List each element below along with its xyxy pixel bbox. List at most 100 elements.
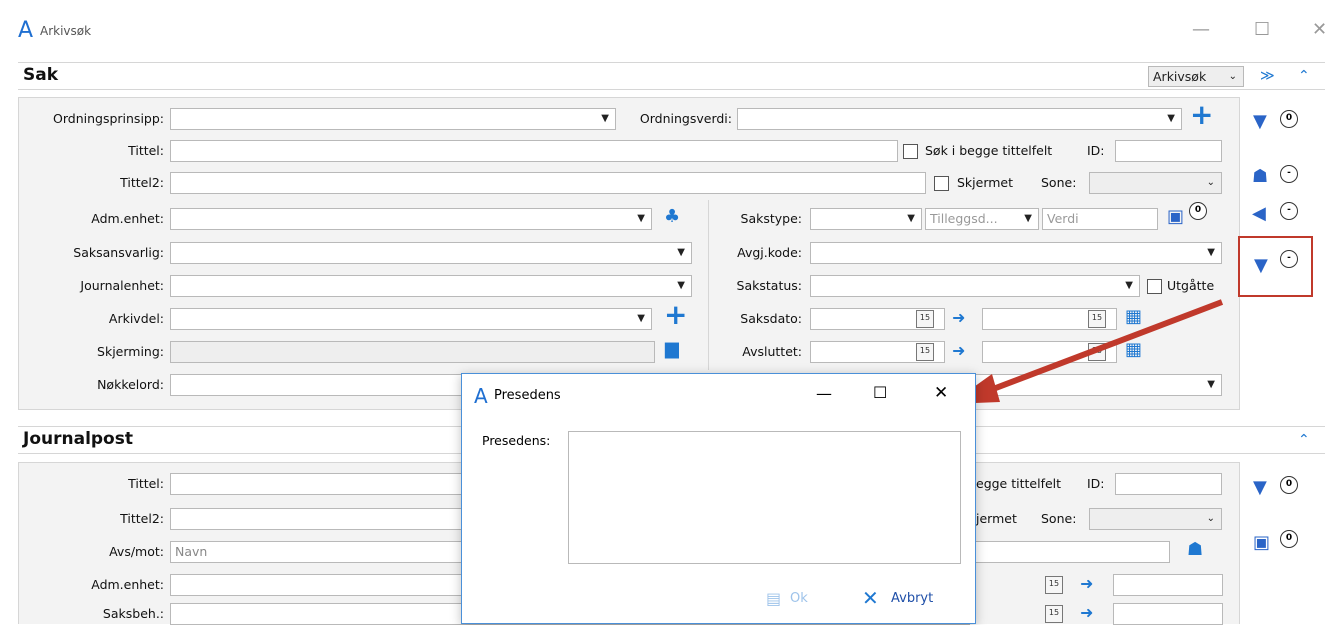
- collapse-journalpost-icon[interactable]: ⌃: [1298, 432, 1310, 448]
- avsmot-placeholder: Navn: [175, 544, 208, 559]
- message-count-badge: 0: [1280, 110, 1298, 128]
- chevron-down-icon: ⌄: [1206, 177, 1215, 188]
- calendar-icon[interactable]: 15: [1045, 576, 1063, 594]
- skjermet-label: Skjermet: [957, 175, 1014, 190]
- add-arkivdel-icon[interactable]: +: [664, 300, 687, 330]
- jp-tittel2-label: Tittel2:: [120, 511, 164, 526]
- id-label: ID:: [1087, 143, 1105, 158]
- close-button[interactable]: ✕: [1312, 18, 1325, 42]
- cancel-x-icon[interactable]: ✕: [862, 586, 879, 610]
- sakstype-label: Sakstype:: [740, 211, 802, 226]
- tilleggsdata-icon[interactable]: ▣: [1167, 206, 1184, 227]
- ok-button[interactable]: Ok: [790, 591, 808, 606]
- jp-id-input[interactable]: [1115, 473, 1222, 495]
- calendar-icon[interactable]: 15: [916, 310, 934, 328]
- skjerming-input[interactable]: [170, 341, 655, 363]
- org-tree-icon[interactable]: ♣: [664, 206, 680, 227]
- people-count-badge: -: [1280, 165, 1298, 183]
- saksansvarlig-label: Saksansvarlig:: [73, 245, 164, 260]
- contacts-icon[interactable]: ☗: [1187, 539, 1203, 560]
- jp-date2-to-input[interactable]: [1113, 603, 1223, 625]
- app-logo-icon: A: [18, 18, 34, 43]
- jp-tilleggsdata-count-badge: 0: [1280, 530, 1298, 548]
- presedens-textarea[interactable]: [568, 431, 961, 564]
- dropdown-arrow-icon: ▼: [1024, 213, 1032, 224]
- jp-date-to-input[interactable]: [1113, 574, 1223, 596]
- skjerming-label: Skjerming:: [97, 344, 164, 359]
- journalenhet-label: Journalenhet:: [80, 278, 164, 293]
- save-disabled-icon: ▤: [766, 589, 782, 608]
- tittel2-input[interactable]: [170, 172, 926, 194]
- message-icon[interactable]: ▼: [1253, 111, 1267, 132]
- presedens-icon[interactable]: ▼: [1254, 255, 1268, 276]
- arkivdel-select[interactable]: ▼: [170, 308, 652, 330]
- dropdown-arrow-icon: ▼: [637, 213, 645, 224]
- saksansvarlig-select[interactable]: ▼: [170, 242, 692, 264]
- annotation-arrow-shaft: [978, 299, 1224, 397]
- jp-tittel-label: Tittel:: [128, 476, 164, 491]
- sok-begge-checkbox[interactable]: [903, 144, 918, 159]
- admenhet-label: Adm.enhet:: [91, 211, 164, 226]
- presedens-count-badge: -: [1280, 250, 1298, 268]
- dialog-presedens-label: Presedens:: [482, 433, 551, 448]
- nokkelord-label: Nøkkelord:: [97, 377, 164, 392]
- maximize-button[interactable]: ☐: [1254, 18, 1270, 42]
- jp-sone-select[interactable]: ⌄: [1089, 508, 1222, 530]
- jp-admenhet-label: Adm.enhet:: [91, 577, 164, 592]
- admenhet-select[interactable]: ▼: [170, 208, 652, 230]
- journalpost-panel-title: Journalpost: [23, 429, 133, 449]
- saksbeh-label: Saksbeh.:: [102, 606, 164, 621]
- calendar-icon[interactable]: 15: [1045, 605, 1063, 623]
- arrow-right-icon: ➜: [1080, 574, 1094, 593]
- avgjkode-select[interactable]: ▼: [810, 242, 1222, 264]
- add-icon[interactable]: +: [1190, 100, 1213, 130]
- sak-panel-header: [18, 62, 1325, 90]
- verdi-input[interactable]: Verdi: [1042, 208, 1158, 230]
- jp-message-icon[interactable]: ▼: [1253, 477, 1267, 498]
- sakstype-select[interactable]: ▼: [810, 208, 922, 230]
- collapse-all-icon[interactable]: ≫: [1260, 68, 1275, 84]
- sone-select[interactable]: ⌄: [1089, 172, 1222, 194]
- jp-tilleggsdata-icon[interactable]: ▣: [1253, 532, 1270, 553]
- tilleggsdata-placeholder: Tilleggsd...: [930, 211, 998, 226]
- id-input[interactable]: [1115, 140, 1222, 162]
- ordningsprinsipp-select[interactable]: ▼: [170, 108, 616, 130]
- search-type-value: Arkivsøk: [1153, 69, 1207, 84]
- sak-panel-title: Sak: [23, 65, 59, 85]
- tilleggsdata-count-badge: 0: [1189, 202, 1207, 220]
- dropdown-arrow-icon: ▼: [677, 280, 685, 291]
- ordningsverdi-select[interactable]: ▼: [737, 108, 1182, 130]
- window-title: Arkivsøk: [40, 24, 92, 38]
- skjermet-checkbox[interactable]: [934, 176, 949, 191]
- search-type-select[interactable]: Arkivsøk ⌄: [1148, 66, 1244, 87]
- tittel-input[interactable]: [170, 140, 898, 162]
- dropdown-arrow-icon: ▼: [1167, 113, 1175, 124]
- calendar-icon[interactable]: 15: [916, 343, 934, 361]
- jp-message-count-badge: 0: [1280, 476, 1298, 494]
- ordningsverdi-label: Ordningsverdi:: [639, 111, 732, 126]
- jp-id-label: ID:: [1087, 476, 1105, 491]
- tittel2-label: Tittel2:: [120, 175, 164, 190]
- tittel-label: Tittel:: [128, 143, 164, 158]
- journalenhet-select[interactable]: ▼: [170, 275, 692, 297]
- sok-begge-label: Søk i begge tittelfelt: [925, 143, 1053, 158]
- dialog-close-button[interactable]: ✕: [934, 383, 948, 403]
- minimize-button[interactable]: —: [1192, 18, 1210, 42]
- people-icon[interactable]: ☗: [1252, 166, 1268, 187]
- tilleggsdata-select[interactable]: Tilleggsd... ▼: [925, 208, 1039, 230]
- dialog-minimize-button[interactable]: —: [816, 384, 832, 403]
- chevron-down-icon: ⌄: [1228, 71, 1237, 82]
- dialog-maximize-button[interactable]: ☐: [873, 383, 887, 402]
- megaphone-icon[interactable]: ◀: [1252, 203, 1266, 224]
- cancel-button[interactable]: Avbryt: [891, 591, 933, 606]
- sone-label: Sone:: [1041, 175, 1077, 190]
- saksdato-label: Saksdato:: [740, 311, 802, 326]
- dropdown-arrow-icon: ▼: [637, 313, 645, 324]
- arrow-right-icon: ➜: [1080, 603, 1094, 622]
- window-titlebar: [0, 0, 1325, 62]
- avsmot-label: Avs/mot:: [109, 544, 164, 559]
- avsluttet-label: Avsluttet:: [742, 344, 802, 359]
- skjerming-icon[interactable]: ▆: [665, 338, 679, 359]
- collapse-sak-icon[interactable]: ⌃: [1298, 68, 1310, 84]
- dialog-logo-icon: A: [474, 384, 488, 408]
